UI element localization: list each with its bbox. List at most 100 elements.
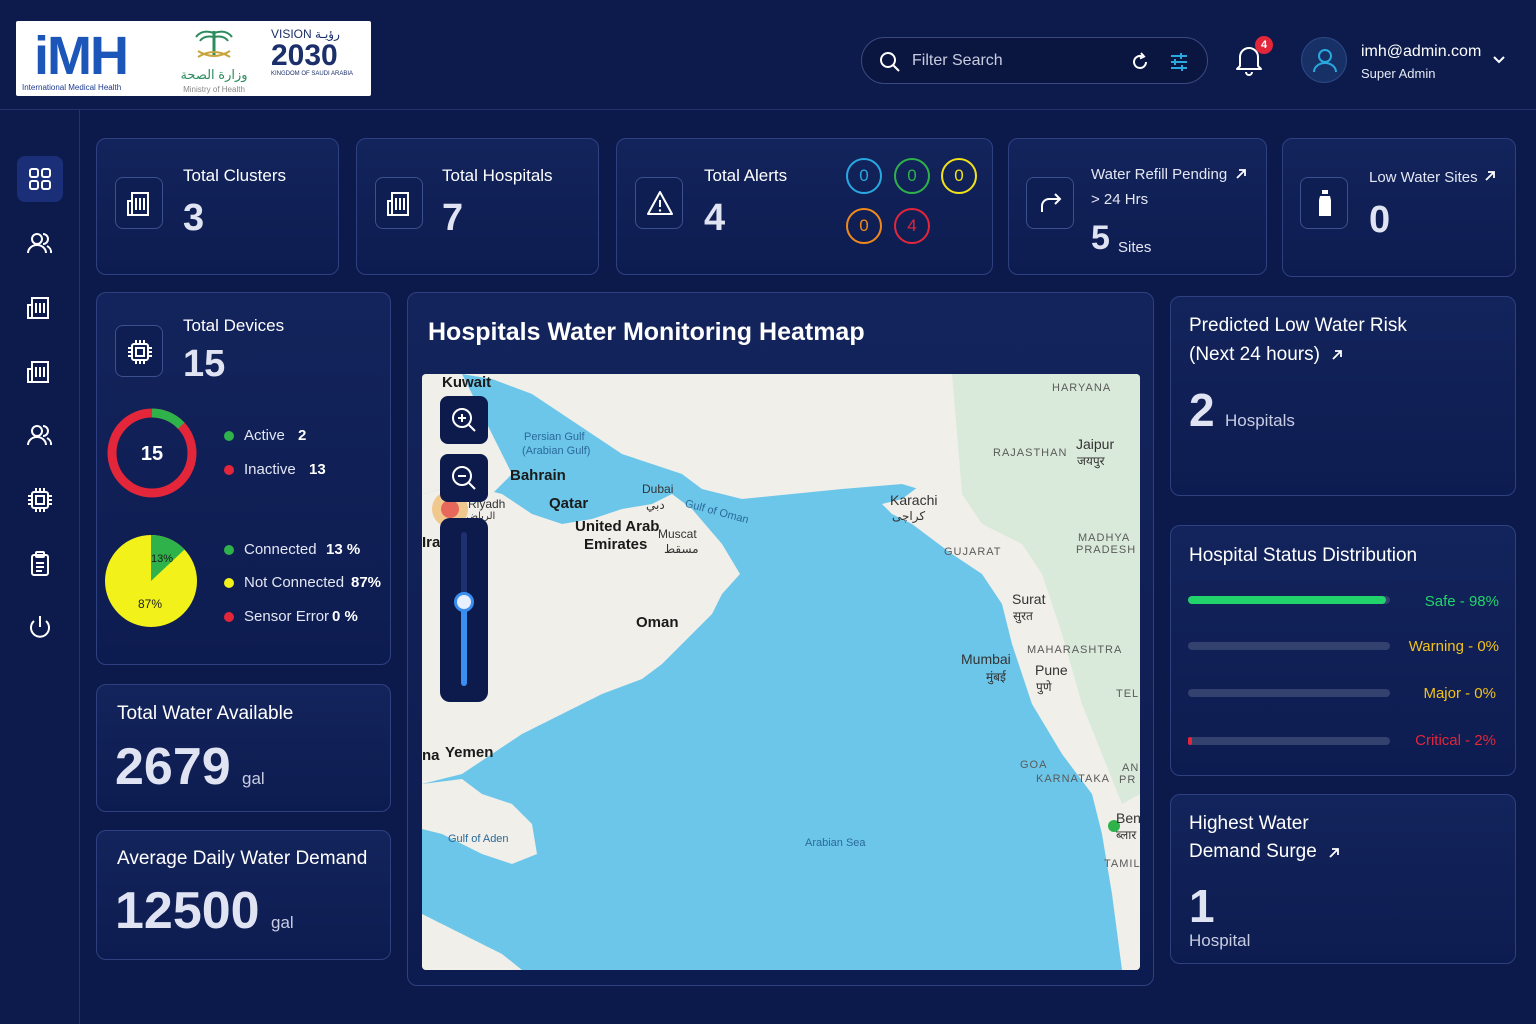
status-distribution-title: Hospital Status Distribution [1189,545,1418,566]
map-label-gujarat: GUJARAT [944,546,1002,558]
device-status-donut: 15 [107,408,197,498]
ministry-emblem-icon [195,30,233,58]
total-clusters-value: 3 [183,197,205,239]
sidebar-item-devices[interactable] [17,477,63,523]
status-bar-safe-fill [1188,596,1386,604]
sidebar-item-team[interactable] [17,413,63,459]
heatmap-map[interactable]: Kuwait Persian Gulf (Arabian Gulf) Bahra… [422,374,1140,970]
map-label-haryana: HARYANA [1052,382,1112,394]
clusters-icon-box [115,177,163,229]
map-label-muscat-ar: مسقط [664,542,699,556]
alert-badge-major[interactable]: 0 [846,208,882,244]
total-alerts-card[interactable]: Total Alerts 4 0 0 0 0 4 [616,138,993,275]
external-link-arrow-icon[interactable] [1326,845,1342,861]
low-water-value: 0 [1369,199,1391,241]
total-hospitals-card[interactable]: Total Hospitals 7 [356,138,599,275]
predicted-risk-unit: Hospitals [1225,411,1295,430]
map-label-pradesh: PRADESH [1076,544,1137,556]
avatar[interactable] [1301,37,1347,83]
user-avatar-icon [1313,49,1337,73]
status-bar-major [1188,689,1390,697]
refresh-icon[interactable] [1129,51,1151,73]
map-label-goa: GOA [1020,759,1048,771]
device-chip-icon [28,488,52,512]
total-devices-label: Total Devices [183,316,285,335]
legend-dot-active [224,431,234,441]
filter-search-box[interactable] [861,37,1208,84]
external-link-arrow-icon[interactable] [1329,347,1345,363]
sidebar-item-hospitals[interactable] [17,349,63,395]
external-link-arrow-icon[interactable] [1233,166,1249,182]
map-label-mumbai: Mumbai [961,651,1011,667]
map-label-karnataka: KARNATAKA [1036,773,1110,785]
water-refill-card[interactable]: Water Refill Pending > 24 Hrs 5 Sites [1008,138,1267,275]
sidebar-item-logout[interactable] [17,605,63,651]
ministry-name-english: Ministry of Health [183,85,245,94]
imh-logo-text: iMH [34,26,129,86]
connection-pie-chart: 13% 87% [105,535,197,627]
predicted-low-water-risk-card[interactable]: Predicted Low Water Risk (Next 24 hours)… [1170,296,1516,496]
map-label-bengaluru-hi: ब्लार [1116,828,1137,842]
daily-demand-label: Average Daily Water Demand [117,848,368,869]
zoom-slider-handle[interactable] [454,592,474,612]
status-bar-critical-fill [1188,737,1193,745]
map-label-gulf-of-aden: Gulf of Aden [448,833,509,845]
map-label-rajasthan: RAJASTHAN [993,447,1068,459]
zoom-slider[interactable] [440,518,488,702]
status-label-warning: Warning - 0% [1408,638,1499,655]
building-icon [27,297,49,319]
refill-icon-box [1026,177,1074,229]
zoom-slider-fill [461,600,467,686]
daily-demand-value: 12500 [115,882,260,940]
sidebar-item-users[interactable] [17,221,63,267]
water-refill-unit: Sites [1118,239,1152,256]
legend-dot-inactive [224,465,234,475]
zoom-in-button[interactable] [440,396,488,444]
sidebar-item-clusters[interactable] [17,285,63,331]
legend-dot-sensor-error [224,612,234,622]
map-label-surat-hi: सुरत [1013,609,1033,623]
map-label-telangana: TELI [1116,688,1140,700]
sidebar-item-reports[interactable] [17,541,63,587]
total-clusters-card[interactable]: Total Clusters 3 [96,138,339,275]
search-icon [880,52,900,72]
total-devices-card: Total Devices 15 15 Active 2 Inactive 13… [96,292,391,665]
map-label-an: AN [1122,762,1140,774]
team-icon [27,425,53,446]
device-chip-icon [128,340,152,364]
filter-sliders-icon[interactable] [1168,51,1190,73]
alert-badge-info[interactable]: 0 [846,158,882,194]
status-label-major: Major - 0% [1423,685,1496,702]
ministry-name-arabic: وزارة الصحة [180,67,248,82]
external-link-arrow-icon[interactable] [1482,168,1498,184]
map-label-dubai-ar: دبي [646,498,665,512]
status-bar-warning [1188,642,1390,650]
status-label-critical: Critical - 2% [1415,732,1496,749]
chevron-down-icon[interactable] [1492,54,1506,66]
low-water-sites-card[interactable]: Low Water Sites 0 [1282,138,1516,277]
low-water-icon-box [1300,177,1348,229]
alert-badge-critical[interactable]: 4 [894,208,930,244]
donut-center-value: 15 [141,443,163,465]
highest-demand-surge-card[interactable]: Highest Water Demand Surge 1 Hospital [1170,794,1516,964]
imh-logo-subtitle: International Medical Health [22,83,122,92]
sidebar-item-dashboard[interactable] [17,156,63,202]
zoom-out-button[interactable] [440,454,488,502]
map-label-kuwait: Kuwait [442,374,492,391]
legend-inactive-value: 13 [309,461,326,478]
building-icon [127,192,149,216]
devices-icon-box [115,325,163,377]
status-label-safe: Safe - 98% [1424,593,1499,610]
search-input[interactable] [912,50,1112,72]
water-available-unit: gal [242,769,265,788]
warning-triangle-icon [647,191,673,215]
ministry-logo: وزارة الصحة Ministry of Health [164,27,264,94]
pie-not-connected-label: 87% [138,597,162,611]
alert-badge-safe[interactable]: 0 [894,158,930,194]
alert-badge-warning[interactable]: 0 [941,158,977,194]
map-label-sanaa: na [422,747,440,764]
legend-sensor-error-value: 0 % [332,608,358,625]
predicted-risk-value: 2 [1189,384,1215,436]
user-email[interactable]: imh@admin.com [1361,43,1481,61]
pie-connected-label: 13% [151,553,173,565]
